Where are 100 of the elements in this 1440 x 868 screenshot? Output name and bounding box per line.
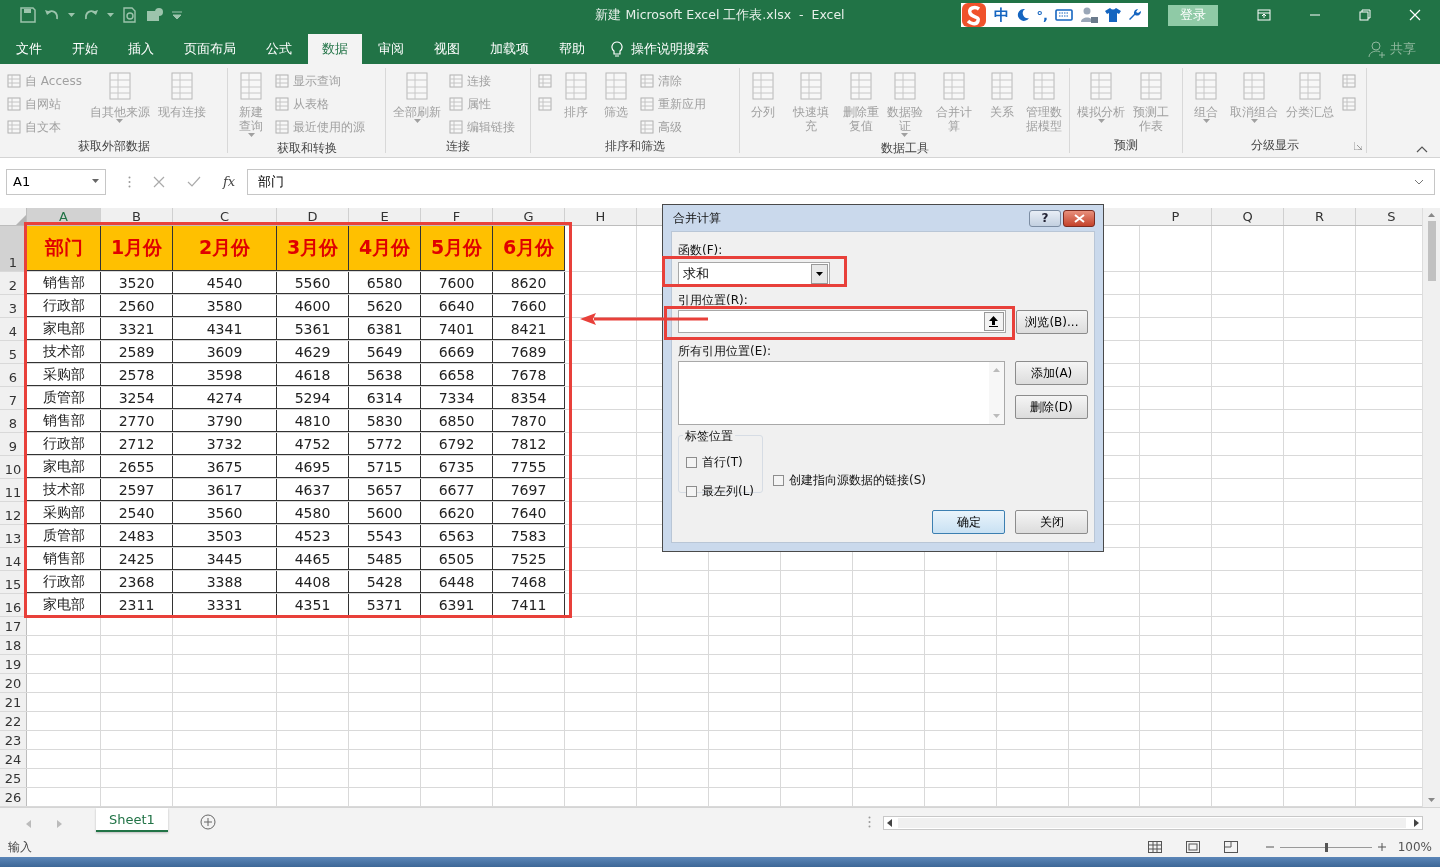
page-break-icon[interactable]: [1223, 841, 1238, 853]
ribbon-tab[interactable]: 插入: [114, 34, 168, 64]
row-header[interactable]: 26: [0, 788, 27, 806]
new-sheet-icon[interactable]: [199, 814, 216, 830]
drag-handle-icon[interactable]: [128, 175, 131, 188]
share-person-icon[interactable]: [1368, 40, 1386, 58]
ribbon-tab[interactable]: 审阅: [364, 34, 418, 64]
save-icon[interactable]: [20, 7, 36, 23]
scroll-left-icon[interactable]: [886, 819, 892, 827]
horizontal-scrollbar[interactable]: [882, 816, 1423, 830]
normal-view-icon[interactable]: [1147, 841, 1162, 853]
input-mode-toggle[interactable]: 中: [993, 5, 1009, 25]
caret-icon[interactable]: [68, 12, 75, 18]
row-header[interactable]: 24: [0, 750, 27, 768]
ribbon-tab[interactable]: 页面布局: [170, 34, 250, 64]
row-header[interactable]: 20: [0, 674, 27, 692]
cancel-icon[interactable]: [153, 175, 165, 188]
collapse-dialog-button[interactable]: [983, 312, 1004, 331]
table-cell: 6381: [349, 318, 421, 340]
next-sheet-icon[interactable]: [57, 820, 62, 828]
table-cell: 技术部: [27, 341, 101, 363]
restore-icon[interactable]: [1359, 9, 1371, 21]
group-label: 预测: [1113, 137, 1139, 153]
sheet-tab[interactable]: Sheet1: [96, 808, 168, 832]
scroll-thumb[interactable]: [1427, 221, 1436, 281]
row-header[interactable]: 21: [0, 693, 27, 711]
ribbon-tab[interactable]: 帮助: [545, 34, 599, 64]
checkbox-label[interactable]: 创建指向源数据的链接(S): [789, 472, 926, 489]
collapse-ribbon-icon[interactable]: [1416, 146, 1428, 153]
previous-sheet-icon[interactable]: [26, 820, 31, 828]
zoom-in-icon[interactable]: [1377, 843, 1386, 851]
caret-icon[interactable]: [993, 367, 1000, 372]
ok-button[interactable]: 确定: [932, 510, 1005, 534]
row-header[interactable]: 17: [0, 617, 27, 635]
ribbon-tab[interactable]: 文件: [2, 34, 56, 64]
ribbon-tab[interactable]: 视图: [420, 34, 474, 64]
delete-button[interactable]: 删除(D): [1015, 395, 1088, 419]
ribbon-tab[interactable]: 开始: [58, 34, 112, 64]
close-icon[interactable]: [1409, 9, 1421, 21]
row-header[interactable]: 22: [0, 712, 27, 730]
expand-caret-icon[interactable]: [1414, 178, 1424, 185]
checkbox[interactable]: [686, 486, 697, 497]
insert-function-button[interactable]: fx: [223, 174, 236, 189]
wrench-icon[interactable]: [1128, 8, 1142, 22]
person-icon[interactable]: [1080, 7, 1098, 23]
table-cell: 4274: [173, 387, 277, 409]
table-cell: 3254: [101, 387, 173, 409]
checkbox[interactable]: [773, 475, 784, 486]
table-cell: 2425: [101, 548, 173, 570]
table-cell: 2560: [101, 295, 173, 317]
checkbox-label[interactable]: 最左列(L): [702, 483, 755, 500]
checkbox-label[interactable]: 首行(T): [702, 454, 743, 471]
moon-icon[interactable]: [1015, 8, 1030, 22]
punctuation-toggle[interactable]: °,: [1036, 7, 1048, 23]
close-button[interactable]: [1063, 209, 1095, 227]
browse-button[interactable]: 浏览(B)...: [1015, 310, 1088, 334]
caret-icon[interactable]: [1428, 798, 1435, 803]
name-box[interactable]: A1: [6, 168, 106, 195]
lightbulb-icon[interactable]: [611, 41, 623, 57]
vertical-scrollbar[interactable]: [1422, 208, 1440, 807]
row-header[interactable]: 18: [0, 636, 27, 654]
ribbon-tab[interactable]: 数据: [308, 34, 362, 64]
row-header[interactable]: 19: [0, 655, 27, 673]
row-header[interactable]: 23: [0, 731, 27, 749]
enter-check-icon[interactable]: [187, 175, 201, 188]
reference-list[interactable]: [678, 361, 1005, 425]
caret-icon: [247, 133, 255, 138]
drag-handle-icon[interactable]: [867, 816, 871, 828]
table-cell: 5485: [349, 548, 421, 570]
zoom-thumb[interactable]: [1324, 842, 1328, 852]
dialog-launcher-icon[interactable]: [1354, 142, 1362, 150]
help-button[interactable]: ?: [1029, 209, 1061, 227]
ribbon-tab[interactable]: 加载项: [476, 34, 543, 64]
table-cell: 6580: [349, 272, 421, 294]
print-preview-icon[interactable]: [122, 7, 138, 23]
customize-caret-icon[interactable]: [172, 11, 182, 19]
close-dialog-button[interactable]: 关闭: [1015, 510, 1088, 534]
checkbox[interactable]: [686, 457, 697, 468]
ribbon-display-options-icon[interactable]: [1257, 9, 1271, 21]
table-icon: [7, 97, 21, 111]
keyboard-icon[interactable]: [1055, 9, 1073, 21]
reference-field[interactable]: [678, 310, 1006, 333]
formula-content[interactable]: 部门: [258, 172, 285, 191]
caret-icon[interactable]: [993, 414, 1000, 419]
caret-icon[interactable]: [107, 12, 114, 18]
zoom-out-icon[interactable]: [1265, 843, 1274, 851]
scroll-right-icon[interactable]: [1413, 819, 1419, 827]
function-dropdown[interactable]: 求和: [678, 262, 830, 286]
add-button[interactable]: 添加(A): [1015, 361, 1088, 385]
tell-me-search[interactable]: 操作说明搜索: [631, 40, 709, 58]
header-cell: 3月份: [277, 226, 349, 271]
shirt-icon[interactable]: [1105, 8, 1121, 22]
row-header[interactable]: 25: [0, 769, 27, 787]
caret-icon[interactable]: [1428, 212, 1435, 217]
caret-icon: [1250, 119, 1258, 124]
table-cell: 2368: [101, 571, 173, 593]
page-layout-icon[interactable]: [1185, 841, 1200, 853]
table-cell: 3321: [101, 318, 173, 340]
ribbon-tab[interactable]: 公式: [252, 34, 306, 64]
table-cell: 7401: [421, 318, 493, 340]
